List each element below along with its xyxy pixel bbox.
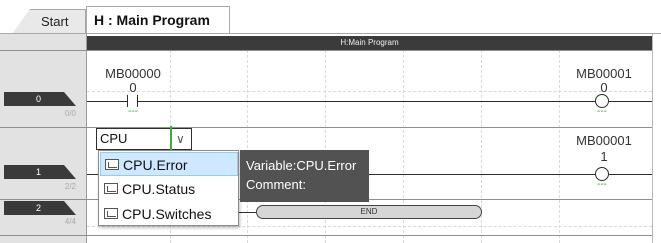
rung-wire [87,101,127,102]
edit-cursor-marker [170,126,174,150]
step-number: 2 [36,203,42,213]
variable-icon [105,159,119,170]
grid-line [559,50,560,243]
coil-value: 1 [600,149,608,164]
coil-address[interactable]: MB00001 [566,133,642,148]
grid-line [87,226,652,227]
editor-right-edge [652,34,661,243]
end-instruction[interactable]: END [256,205,482,219]
chevron-down-icon[interactable]: ∨ [176,132,185,146]
rung-divider [0,235,652,236]
contact-address[interactable]: MB00000 [98,66,168,81]
rung-wire [239,212,256,213]
tab-start-label: Start [41,14,69,29]
tab-main-program[interactable]: H : Main Program [86,6,230,34]
rung-divider [0,50,652,51]
step-badge[interactable]: 2 [4,201,76,215]
coil-comment: --- [597,106,607,117]
tooltip-variable: Variable:CPU.Error [246,158,357,173]
step-number: 0 [36,94,42,104]
autocomplete-item-label: CPU.Error [123,157,188,173]
tab-start[interactable]: Start [12,9,86,34]
tooltip-comment: Comment: [246,177,306,192]
step-number: 1 [36,167,42,177]
rung-wire [609,101,652,102]
autocomplete-item[interactable]: CPU.Switches [100,202,238,226]
step-badge[interactable]: 0 [4,92,76,106]
rung-wire [87,174,98,175]
tab-bar: Start H : Main Program [0,0,661,34]
program-header: H:Main Program [87,36,652,50]
variable-icon [104,183,118,194]
autocomplete-item[interactable]: CPU.Error [100,152,238,176]
rung-wire [137,101,595,102]
coil-value: 0 [600,80,608,95]
step-badge[interactable]: 1 [4,165,76,179]
step-count: 2/2 [64,182,76,191]
autocomplete-item-label: CPU.Switches [122,206,212,222]
variable-icon [104,208,118,219]
rung-wire [369,174,595,175]
rung-wire [609,174,652,175]
grid-line [247,50,248,243]
tab-main-program-label: H : Main Program [94,12,210,28]
variable-tooltip: Variable:CPU.Error Comment: [240,150,369,202]
autocomplete-item[interactable]: CPU.Status [100,177,238,201]
autocomplete-item-label: CPU.Status [122,181,196,197]
step-count: 0/0 [64,109,76,118]
contact-value: 0 [129,80,137,95]
autocomplete-list[interactable]: CPU.Error CPU.Status CPU.Switches [98,150,239,226]
contact-comment: --- [128,106,138,117]
coil-comment: --- [597,179,607,190]
coil-address[interactable]: MB00001 [566,66,642,81]
step-count: 4/4 [64,217,76,226]
